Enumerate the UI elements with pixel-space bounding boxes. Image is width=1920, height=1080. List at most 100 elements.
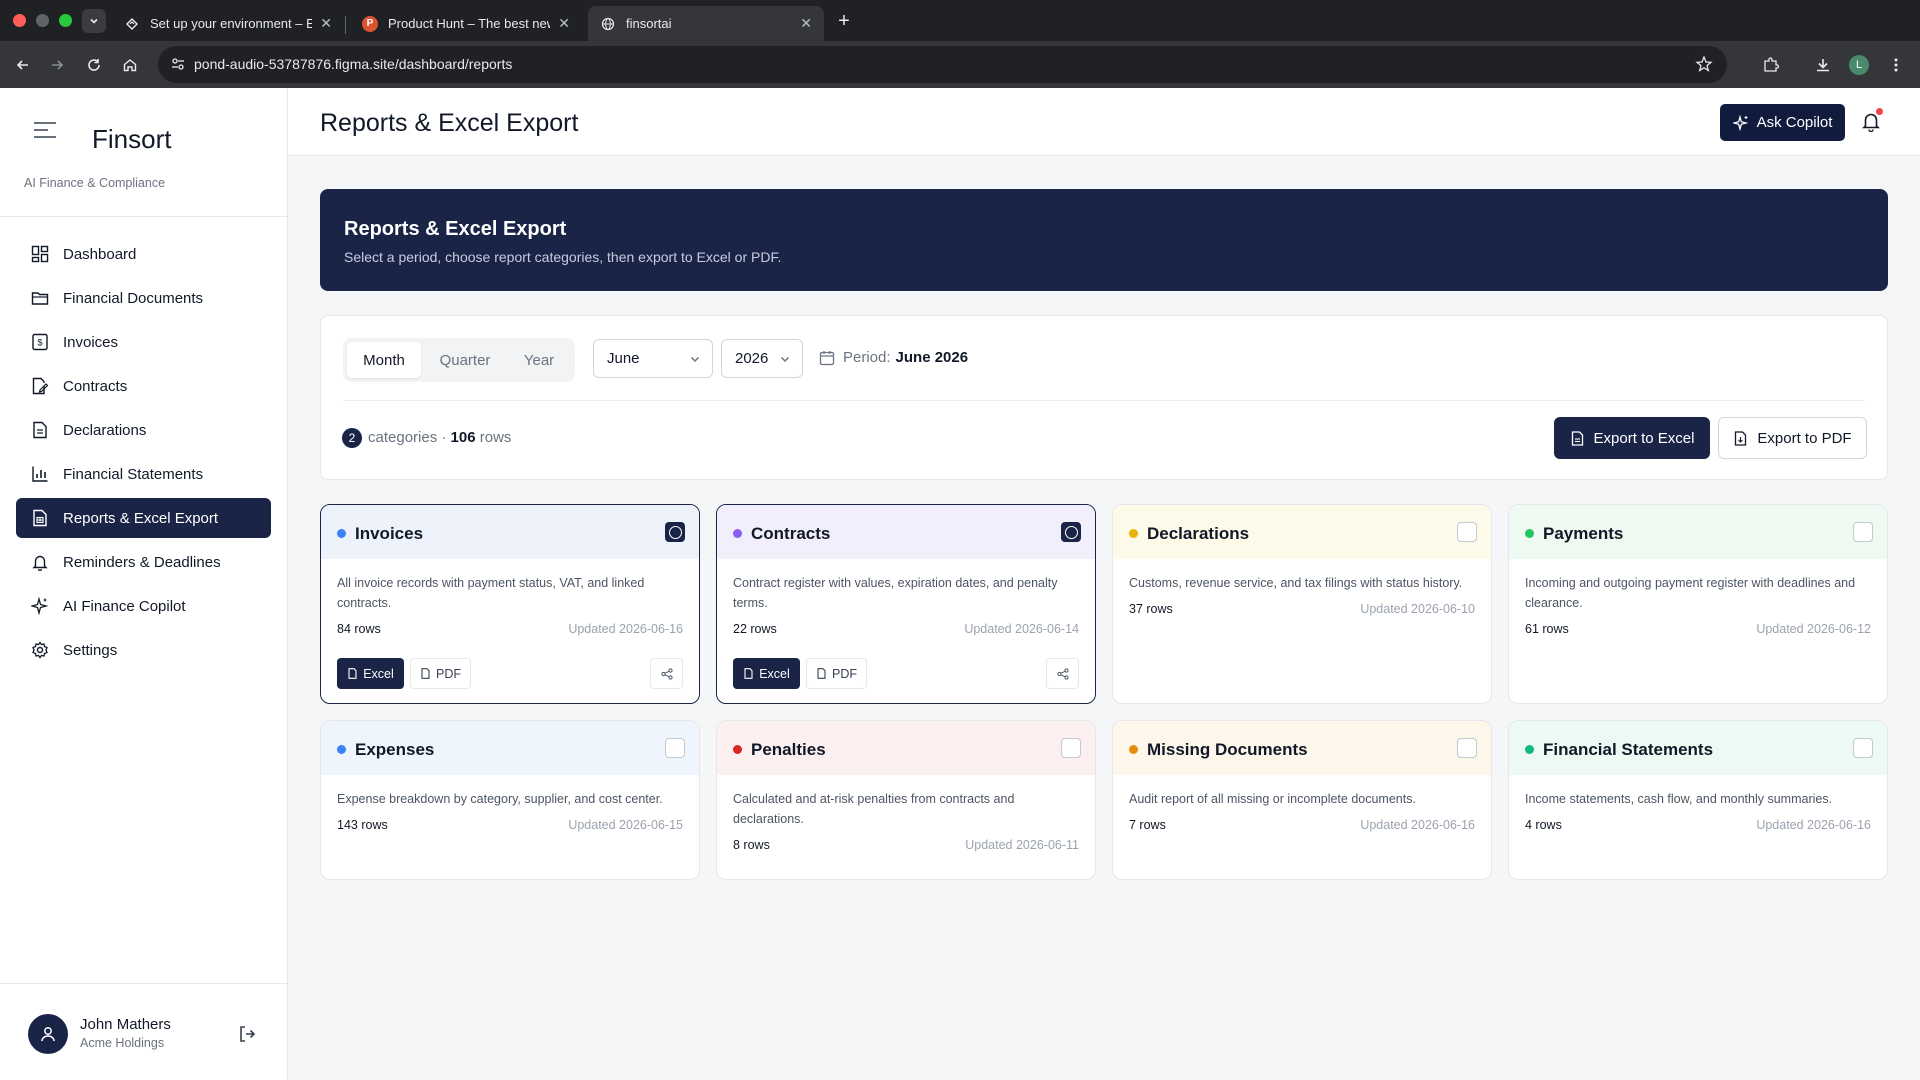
ask-copilot-button[interactable]: Ask Copilot	[1720, 104, 1845, 141]
card-updated-date: Updated 2026-06-11	[965, 838, 1079, 852]
minimize-window-button[interactable]	[36, 14, 49, 27]
sidebar-item-dashboard[interactable]: Dashboard	[16, 234, 271, 274]
period-type-year[interactable]: Year	[507, 342, 571, 378]
downloads-button[interactable]	[1811, 53, 1835, 77]
close-window-button[interactable]	[13, 14, 26, 27]
card-excel-button[interactable]: Excel	[733, 658, 800, 689]
card-description: Incoming and outgoing payment register w…	[1525, 576, 1856, 610]
card-pdf-button[interactable]: PDF	[410, 658, 471, 689]
year-select[interactable]: 2026	[721, 339, 803, 378]
card-header: Payments	[1509, 505, 1887, 559]
card-select-checkbox[interactable]	[1853, 522, 1873, 542]
export-pdf-button[interactable]: Export to PDF	[1718, 417, 1867, 459]
card-select-checkbox[interactable]	[1457, 738, 1477, 758]
reload-button[interactable]	[82, 53, 106, 77]
rows-label: rows	[479, 429, 512, 446]
sidebar-item-financial-statements[interactable]: Financial Statements	[16, 454, 271, 494]
share-icon	[1056, 667, 1069, 680]
card-updated-date: Updated 2026-06-16	[1756, 818, 1871, 832]
address-bar[interactable]: pond-audio-53787876.figma.site/dashboard…	[158, 46, 1727, 83]
card-updated-date: Updated 2026-06-16	[568, 622, 683, 636]
month-select[interactable]: June	[593, 339, 713, 378]
card-header: Expenses	[321, 721, 699, 775]
period-type-quarter[interactable]: Quarter	[425, 342, 505, 378]
card-select-checkbox[interactable]	[665, 738, 685, 758]
profile-avatar[interactable]: L	[1849, 55, 1869, 75]
report-card-invoices[interactable]: Invoices All invoice records with payment…	[320, 504, 700, 704]
card-title: Declarations	[1147, 524, 1250, 543]
invoice-icon: $	[32, 333, 48, 351]
notification-badge	[1876, 108, 1883, 115]
star-icon[interactable]	[1695, 55, 1713, 73]
card-pdf-label: PDF	[436, 666, 461, 681]
category-color-dot	[1129, 745, 1138, 754]
card-row-count: 22 rows	[733, 622, 777, 636]
report-card-financial-statements[interactable]: Financial Statements Income statements, c…	[1508, 720, 1888, 880]
card-excel-label: Excel	[363, 666, 394, 681]
tab-search-button[interactable]	[82, 9, 106, 33]
selected-count-badge: 2	[342, 428, 362, 448]
back-button[interactable]	[11, 53, 35, 77]
menu-icon[interactable]	[34, 122, 56, 138]
maximize-window-button[interactable]	[59, 14, 72, 27]
producthunt-icon: P	[362, 15, 378, 32]
avatar[interactable]	[28, 1014, 68, 1054]
report-card-missing-documents[interactable]: Missing Documents Audit report of all mis…	[1112, 720, 1492, 880]
card-title: Invoices	[355, 524, 424, 543]
card-header: Financial Statements	[1509, 721, 1887, 775]
card-pdf-button[interactable]: PDF	[806, 658, 867, 689]
card-select-checkbox[interactable]	[1457, 522, 1477, 542]
card-select-checkbox[interactable]	[665, 522, 685, 542]
sidebar-item-label: Reports & Excel Export	[63, 509, 219, 527]
sidebar-item-ai-copilot[interactable]: AI Finance Copilot	[16, 586, 271, 626]
sidebar-item-reports[interactable]: Reports & Excel Export	[16, 498, 271, 538]
new-tab-button[interactable]: +	[831, 8, 857, 34]
card-share-button[interactable]	[650, 658, 683, 689]
report-card-declarations[interactable]: Declarations Customs, revenue service, an…	[1112, 504, 1492, 704]
card-select-checkbox[interactable]	[1061, 522, 1081, 542]
sidebar-item-settings[interactable]: Settings	[16, 630, 271, 670]
sidebar-item-declarations[interactable]: Declarations	[16, 410, 271, 450]
sidebar-item-reminders[interactable]: Reminders & Deadlines	[16, 542, 271, 582]
sidebar-item-label: Dashboard	[63, 245, 137, 263]
divider	[0, 216, 287, 217]
card-title: Missing Documents	[1147, 740, 1308, 759]
report-card-contracts[interactable]: Contracts Contract register with values, …	[716, 504, 1096, 704]
browser-tab-3[interactable]: finsortai ✕	[588, 6, 824, 41]
period-type-month[interactable]: Month	[347, 342, 421, 378]
close-icon[interactable]: ✕	[320, 15, 332, 32]
browser-tab-2[interactable]: P Product Hunt – The best new ✕	[350, 6, 582, 41]
card-row-count: 61 rows	[1525, 622, 1569, 636]
pdf-file-icon	[816, 668, 832, 679]
page-header: Reports & Excel Export Ask Copilot	[288, 88, 1920, 156]
home-button[interactable]	[118, 53, 142, 77]
reload-icon	[88, 59, 100, 71]
hero-title: Reports & Excel Export	[344, 218, 567, 240]
sidebar-item-label: Contracts	[63, 377, 128, 395]
sidebar-item-contracts[interactable]: Contracts	[16, 366, 271, 406]
sparkle-icon	[31, 597, 49, 615]
report-card-payments[interactable]: Payments Incoming and outgoing payment re…	[1508, 504, 1888, 704]
sidebar-item-invoices[interactable]: $ Invoices	[16, 322, 271, 362]
forward-button[interactable]	[45, 53, 69, 77]
report-card-expenses[interactable]: Expenses Expense breakdown by category, s…	[320, 720, 700, 880]
extensions-button[interactable]	[1759, 53, 1783, 77]
close-icon[interactable]: ✕	[558, 15, 570, 32]
sidebar-item-financial-documents[interactable]: Financial Documents	[16, 278, 271, 318]
card-excel-button[interactable]: Excel	[337, 658, 404, 689]
card-select-checkbox[interactable]	[1061, 738, 1081, 758]
card-row-count: 7 rows	[1129, 818, 1166, 832]
browser-tab-1[interactable]: Set up your environment – Ex ✕	[112, 6, 344, 41]
logout-icon[interactable]	[237, 1024, 257, 1044]
report-card-penalties[interactable]: Penalties Calculated and at-risk penaltie…	[716, 720, 1096, 880]
card-excel-label: Excel	[759, 666, 790, 681]
site-settings-icon[interactable]	[170, 56, 186, 72]
card-select-checkbox[interactable]	[1853, 738, 1873, 758]
card-header: Contracts	[717, 505, 1095, 559]
card-share-button[interactable]	[1046, 658, 1079, 689]
download-icon	[1817, 59, 1829, 72]
export-excel-button[interactable]: Export to Excel	[1554, 417, 1710, 459]
card-header: Missing Documents	[1113, 721, 1491, 775]
browser-menu-button[interactable]	[1884, 53, 1908, 77]
close-icon[interactable]: ✕	[800, 15, 812, 32]
